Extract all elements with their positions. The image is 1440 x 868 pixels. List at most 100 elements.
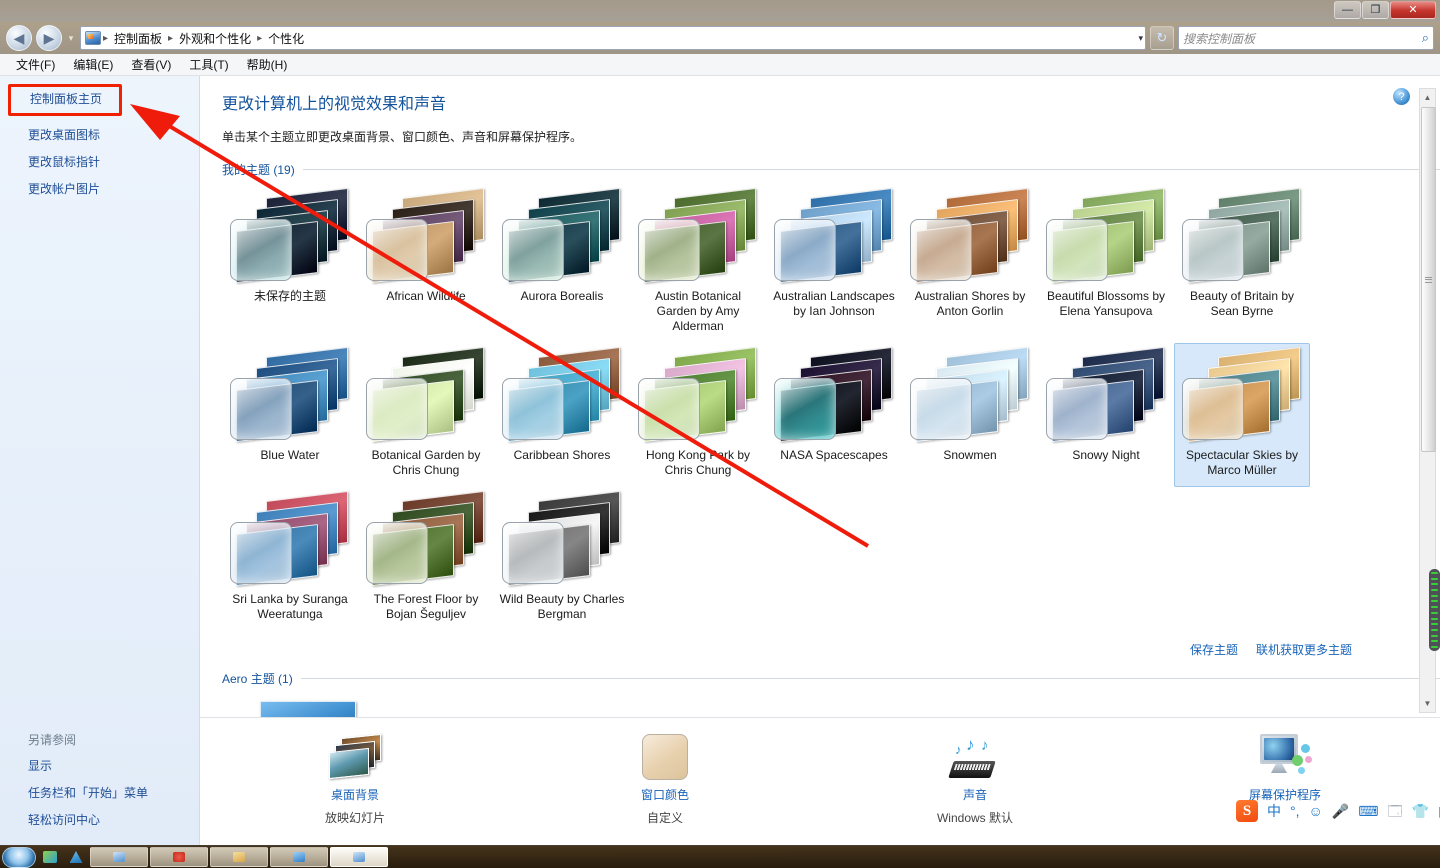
taskbar-window-button[interactable]	[90, 847, 148, 867]
action-desktop-background[interactable]: 桌面背景 放映幻灯片	[200, 728, 510, 826]
ime-toolbar[interactable]: S 中 °, ☺ 🎤 ⌨ 🗔 👕 ▤	[1236, 800, 1440, 822]
minimize-button[interactable]: —	[1334, 1, 1361, 19]
aero-theme-thumbnail[interactable]	[260, 701, 356, 717]
theme-thumbnail	[502, 187, 622, 284]
sogou-logo-icon[interactable]: S	[1236, 800, 1258, 822]
voice-input-icon[interactable]: 🎤	[1332, 804, 1349, 818]
theme-item[interactable]: African Wildlife	[358, 184, 494, 343]
taskbar-window-button-active[interactable]	[330, 847, 388, 867]
action-label[interactable]: 声音	[820, 786, 1130, 803]
breadcrumb[interactable]: ▸ 控制面板 ▸ 外观和个性化 ▸ 个性化 ▾	[80, 26, 1146, 50]
taskbar-window-button[interactable]	[210, 847, 268, 867]
window-color-icon	[510, 728, 820, 780]
theme-item[interactable]: Austin Botanical Garden by Amy Alderman	[630, 184, 766, 343]
theme-thumbnail	[366, 346, 486, 443]
group-divider	[302, 169, 1440, 170]
breadcrumb-appearance[interactable]: 外观和个性化	[175, 29, 255, 48]
theme-thumbnail	[1046, 346, 1166, 443]
theme-item[interactable]: Beauty of Britain by Sean Byrne	[1174, 184, 1310, 343]
search-input[interactable]: 搜索控制面板	[1183, 30, 1422, 47]
menu-file[interactable]: 文件(F)	[8, 54, 63, 75]
skin-icon[interactable]: 👕	[1412, 804, 1429, 818]
help-icon[interactable]: ?	[1393, 88, 1410, 105]
action-label[interactable]: 桌面背景	[200, 786, 510, 803]
get-more-themes-link[interactable]: 联机获取更多主题	[1256, 641, 1352, 658]
theme-item[interactable]: Snowy Night	[1038, 343, 1174, 487]
theme-thumbnail	[1182, 187, 1302, 284]
sidebar-item-ease-of-access[interactable]: 轻松访问中心	[0, 806, 199, 833]
theme-item[interactable]: Beautiful Blossoms by Elena Yansupova	[1038, 184, 1174, 343]
theme-item[interactable]: Caribbean Shores	[494, 343, 630, 487]
maximize-button[interactable]: ❐	[1362, 1, 1389, 19]
soft-keyboard-icon[interactable]: ⌨	[1358, 804, 1378, 818]
address-bar: ◀ ▶ ▾ ▸ 控制面板 ▸ 外观和个性化 ▸ 个性化 ▾ ↻ 搜索控制面板 ⌕	[0, 22, 1440, 54]
scrollbar-thumb[interactable]	[1421, 107, 1436, 452]
theme-item[interactable]: Australian Landscapes by Ian Johnson	[766, 184, 902, 343]
theme-item[interactable]: Wild Beauty by Charles Bergman	[494, 487, 630, 631]
breadcrumb-control-panel[interactable]: 控制面板	[110, 29, 166, 48]
action-label[interactable]: 窗口颜色	[510, 786, 820, 803]
sidebar-item-taskbar-start[interactable]: 任务栏和「开始」菜单	[0, 779, 199, 806]
quick-launch-icon[interactable]	[64, 847, 88, 867]
recent-pages-icon[interactable]: ▾	[66, 33, 76, 44]
theme-item[interactable]: 未保存的主题	[222, 184, 358, 343]
theme-item[interactable]: Sri Lanka by Suranga Weeratunga	[222, 487, 358, 631]
group-header-aero-themes: Aero 主题 (1)	[222, 670, 1440, 687]
scroll-up-button[interactable]: ▲	[1420, 89, 1435, 106]
screensaver-icon	[1130, 728, 1440, 780]
theme-thumbnail	[230, 490, 350, 587]
scroll-down-button[interactable]: ▼	[1420, 695, 1435, 712]
theme-label: Beautiful Blossoms by Elena Yansupova	[1046, 289, 1166, 318]
forward-button[interactable]: ▶	[36, 25, 62, 51]
search-box[interactable]: 搜索控制面板 ⌕	[1178, 26, 1434, 50]
theme-thumbnail	[774, 187, 894, 284]
theme-glass-preview	[366, 219, 428, 281]
theme-label: Botanical Garden by Chris Chung	[371, 448, 481, 477]
start-button[interactable]	[2, 846, 36, 868]
quick-launch-icon[interactable]	[38, 847, 62, 867]
save-theme-link[interactable]: 保存主题	[1190, 641, 1238, 658]
back-button[interactable]: ◀	[6, 25, 32, 51]
sidebar-item-change-account-picture[interactable]: 更改帐户图片	[0, 175, 199, 202]
theme-glass-preview	[502, 219, 564, 281]
theme-item[interactable]: Blue Water	[222, 343, 358, 487]
theme-label: Blue Water	[260, 448, 320, 462]
theme-item[interactable]: NASA Spacescapes	[766, 343, 902, 487]
menu-edit[interactable]: 编辑(E)	[65, 54, 121, 75]
taskbar-window-button[interactable]	[150, 847, 208, 867]
theme-item[interactable]: Hong Kong Park by Chris Chung	[630, 343, 766, 487]
breadcrumb-dropdown-icon[interactable]: ▾	[1138, 33, 1143, 44]
aero-group-count: (1)	[278, 672, 293, 686]
theme-thumbnail	[774, 346, 894, 443]
action-window-color[interactable]: 窗口颜色 自定义	[510, 728, 820, 826]
emoji-icon[interactable]: ☺	[1309, 804, 1323, 818]
chinese-mode-icon[interactable]: 中	[1267, 804, 1281, 818]
theme-item[interactable]: The Forest Floor by Bojan Šeguljev	[358, 487, 494, 631]
breadcrumb-personalization[interactable]: 个性化	[264, 29, 308, 48]
punctuation-icon[interactable]: °,	[1290, 804, 1300, 818]
theme-label: Beauty of Britain by Sean Byrne	[1189, 289, 1295, 318]
theme-thumbnail	[638, 187, 758, 284]
sidebar-item-display[interactable]: 显示	[0, 752, 199, 779]
sidebar-item-control-panel-home[interactable]: 控制面板主页	[22, 86, 110, 111]
taskbar-window-button[interactable]	[270, 847, 328, 867]
menu-help[interactable]: 帮助(H)	[239, 54, 296, 75]
theme-item[interactable]: Aurora Borealis	[494, 184, 630, 343]
sound-icon: ♪ ♪ ♪	[820, 728, 1130, 780]
group-title: 我的主题	[222, 163, 271, 177]
sidebar-item-change-desktop-icons[interactable]: 更改桌面图标	[0, 121, 199, 148]
menu-bar: 文件(F) 编辑(E) 查看(V) 工具(T) 帮助(H)	[0, 54, 1440, 76]
theme-label: Snowmen	[943, 448, 997, 462]
refresh-button[interactable]: ↻	[1150, 26, 1174, 50]
theme-item[interactable]: Australian Shores by Anton Gorlin	[902, 184, 1038, 343]
theme-item-selected[interactable]: Spectacular Skies by Marco Müller	[1174, 343, 1310, 487]
theme-item[interactable]: Snowmen	[902, 343, 1038, 487]
theme-item[interactable]: Botanical Garden by Chris Chung	[358, 343, 494, 487]
action-screen-saver[interactable]: 屏幕保护程序	[1130, 728, 1440, 809]
action-sounds[interactable]: ♪ ♪ ♪ 声音 Windows 默认	[820, 728, 1130, 826]
sidebar-item-change-mouse-pointers[interactable]: 更改鼠标指针	[0, 148, 199, 175]
menu-view[interactable]: 查看(V)	[123, 54, 179, 75]
toolbox-icon[interactable]: 🗔	[1387, 804, 1402, 818]
close-button[interactable]: ✕	[1390, 1, 1436, 19]
menu-tools[interactable]: 工具(T)	[181, 54, 236, 75]
